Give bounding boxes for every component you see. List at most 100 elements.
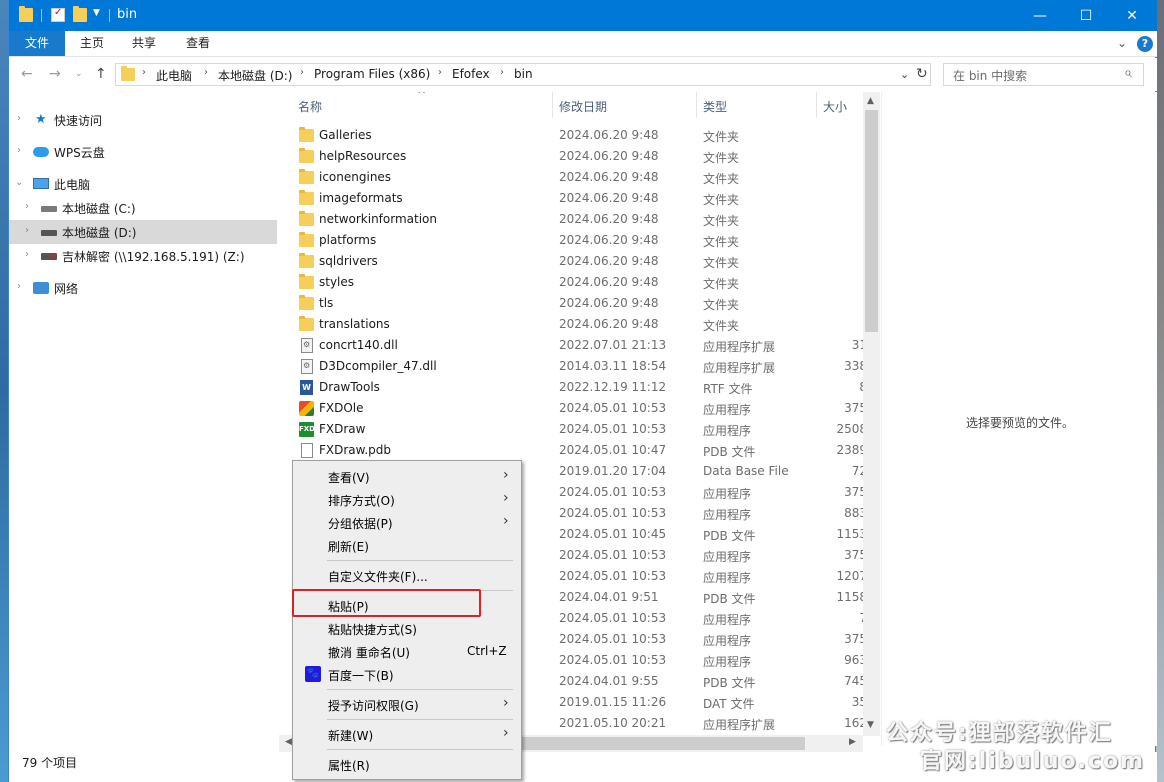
file-row[interactable]: imageformats 2024.06.20 9:48 文件夹 <box>279 188 861 209</box>
file-row[interactable]: FXDraw.pdb 2024.05.01 10:47 PDB 文件 2389 <box>279 440 867 461</box>
file-row[interactable]: styles 2024.06.20 9:48 文件夹 <box>279 272 861 293</box>
expand-chevron-icon[interactable]: › <box>25 249 29 260</box>
address-history-chevron-icon[interactable]: ⌄ <box>900 68 909 81</box>
search-icon[interactable]: ⌕ <box>1124 65 1132 81</box>
file-name: iconengines <box>319 170 392 184</box>
column-divider[interactable] <box>816 92 817 118</box>
recent-locations-chevron-icon[interactable]: ⌄ <box>75 69 83 79</box>
nav-item-wps-cloud[interactable]: › WPS云盘 <box>9 140 277 164</box>
expand-chevron-icon[interactable]: › <box>25 201 29 212</box>
item-count: 79 个项目 <box>22 756 78 770</box>
up-arrow-icon[interactable]: ↑ <box>95 66 107 82</box>
nav-label: 快速访问 <box>54 114 103 128</box>
nav-item-network[interactable]: › 网络 <box>9 276 277 300</box>
scroll-down-arrow-icon[interactable]: ▼ <box>867 720 874 730</box>
paste-highlight-box <box>292 589 481 617</box>
nav-item-quick-access[interactable]: › ★ 快速访问 <box>9 108 277 132</box>
properties-icon[interactable] <box>51 7 65 22</box>
file-row[interactable]: concrt140.dll 2022.07.01 21:13 应用程序扩展 31 <box>279 335 867 356</box>
close-button[interactable]: ✕ <box>1109 0 1155 31</box>
column-header-name[interactable]: 名称 <box>298 98 322 115</box>
ribbon-tabs: 文件 主页 共享 查看 ⌄ ? <box>9 31 1157 57</box>
search-box[interactable]: 在 bin 中搜索 ⌕ <box>943 63 1144 86</box>
title-bar[interactable]: ▼ bin — ☐ ✕ <box>9 0 1157 31</box>
breadcrumb-separator-icon[interactable]: › <box>438 67 442 78</box>
tab-home[interactable]: 主页 <box>67 31 117 56</box>
breadcrumb-drive-d[interactable]: 本地磁盘 (D:) <box>218 67 292 84</box>
search-input[interactable]: 在 bin 中搜索 <box>953 67 1027 84</box>
file-type: 应用程序 <box>703 508 752 522</box>
expand-chevron-icon[interactable]: › <box>17 113 21 124</box>
file-date: 2014.03.11 18:54 <box>559 359 667 373</box>
menu-item-label: 刷新(E) <box>328 540 369 554</box>
column-divider[interactable] <box>696 92 697 118</box>
expand-chevron-icon[interactable]: › <box>17 145 21 156</box>
back-arrow-icon[interactable]: ← <box>21 66 33 82</box>
column-header-type[interactable]: 类型 <box>703 98 727 115</box>
breadcrumb-separator-icon[interactable]: › <box>204 67 208 78</box>
file-row[interactable]: Galleries 2024.06.20 9:48 文件夹 <box>279 125 861 146</box>
scroll-left-arrow-icon[interactable]: ◀ <box>285 737 292 747</box>
file-row[interactable]: D3Dcompiler_47.dll 2014.03.11 18:54 应用程序扩展… <box>279 356 867 377</box>
file-date: 2024.06.20 9:48 <box>559 233 659 247</box>
breadcrumb-bin[interactable]: bin <box>514 67 533 81</box>
breadcrumb-separator-icon[interactable]: › <box>500 67 504 78</box>
forward-arrow-icon[interactable]: → <box>49 66 61 82</box>
tab-file[interactable]: 文件 <box>9 31 65 56</box>
file-row[interactable]: FXDOle 2024.05.01 10:53 应用程序 375 <box>279 398 867 419</box>
menu-item[interactable]: 粘贴快捷方式(S) <box>295 617 519 640</box>
menu-item[interactable]: 分组依据(P) › <box>295 511 519 534</box>
menu-item[interactable]: 排序方式(O) › <box>295 488 519 511</box>
file-row[interactable]: platforms 2024.06.20 9:48 文件夹 <box>279 230 861 251</box>
menu-item[interactable]: 撤消 重命名(U) Ctrl+Z <box>295 640 519 663</box>
file-row[interactable]: networkinformation 2024.06.20 9:48 文件夹 <box>279 209 861 230</box>
nav-item-drive-d[interactable]: › 本地磁盘 (D:) <box>9 220 277 244</box>
menu-item[interactable]: 查看(V) › <box>295 465 519 488</box>
menu-item[interactable]: 自定义文件夹(F)... <box>295 564 519 587</box>
breadcrumb-program-files[interactable]: Program Files (x86) <box>314 67 430 81</box>
nav-item-this-pc[interactable]: ⌄ 此电脑 <box>9 172 277 196</box>
ribbon-expand-chevron-icon[interactable]: ⌄ <box>1117 36 1127 50</box>
refresh-icon[interactable]: ↻ <box>916 66 928 82</box>
breadcrumb-separator-icon[interactable]: › <box>300 67 304 78</box>
file-row[interactable]: tls 2024.06.20 9:48 文件夹 <box>279 293 861 314</box>
column-header-date[interactable]: 修改日期 <box>559 98 607 115</box>
collapse-chevron-icon[interactable]: ⌄ <box>15 177 23 188</box>
column-header-size[interactable]: 大小 <box>823 98 847 115</box>
quick-access-dropdown-icon[interactable]: ▼ <box>93 8 100 18</box>
nav-item-drive-c[interactable]: › 本地磁盘 (C:) <box>9 196 277 220</box>
expand-chevron-icon[interactable]: › <box>25 225 29 236</box>
column-divider[interactable] <box>552 92 553 118</box>
file-type: 文件夹 <box>703 193 740 207</box>
menu-item[interactable]: 属性(R) <box>295 753 519 776</box>
menu-item[interactable]: 刷新(E) <box>295 534 519 557</box>
minimize-button[interactable]: — <box>1017 0 1063 31</box>
expand-chevron-icon[interactable]: › <box>17 281 21 292</box>
scroll-up-arrow-icon[interactable]: ▲ <box>867 96 874 106</box>
address-bar[interactable]: › 此电脑 › 本地磁盘 (D:) › Program Files (x86) … <box>115 63 931 86</box>
nav-item-network-drive-z[interactable]: › ✕ 吉林解密 (\\192.168.5.191) (Z:) <box>9 244 277 268</box>
breadcrumb-separator-icon[interactable]: › <box>142 67 146 78</box>
tab-share[interactable]: 共享 <box>121 31 167 56</box>
scroll-right-arrow-icon[interactable]: ▶ <box>849 737 856 747</box>
file-size: 1158 <box>836 590 867 604</box>
file-row[interactable]: translations 2024.06.20 9:48 文件夹 <box>279 314 861 335</box>
file-row[interactable]: W DrawTools 2022.12.19 11:12 RTF 文件 8 <box>279 377 867 398</box>
menu-item[interactable]: 🐾 百度一下(B) <box>295 663 519 686</box>
drive-icon <box>41 230 57 236</box>
maximize-button[interactable]: ☐ <box>1063 0 1109 31</box>
vertical-scrollbar[interactable]: ▲ ▼ <box>863 92 880 736</box>
breadcrumb-this-pc[interactable]: 此电脑 <box>156 67 192 84</box>
menu-item[interactable]: 新建(W) › <box>295 723 519 746</box>
file-row[interactable]: FXD FXDraw 2024.05.01 10:53 应用程序 2508 <box>279 419 867 440</box>
folder-icon <box>299 295 314 310</box>
menu-item[interactable]: 授予访问权限(G) › <box>295 693 519 716</box>
file-row[interactable]: sqldrivers 2024.06.20 9:48 文件夹 <box>279 251 861 272</box>
file-row[interactable]: iconengines 2024.06.20 9:48 文件夹 <box>279 167 861 188</box>
tab-view[interactable]: 查看 <box>173 31 223 56</box>
file-row[interactable]: helpResources 2024.06.20 9:48 文件夹 <box>279 146 861 167</box>
vertical-scroll-thumb[interactable] <box>865 110 878 332</box>
new-folder-icon[interactable] <box>73 6 87 22</box>
breadcrumb-efofex[interactable]: Efofex <box>452 67 490 81</box>
help-icon[interactable]: ? <box>1137 36 1153 52</box>
